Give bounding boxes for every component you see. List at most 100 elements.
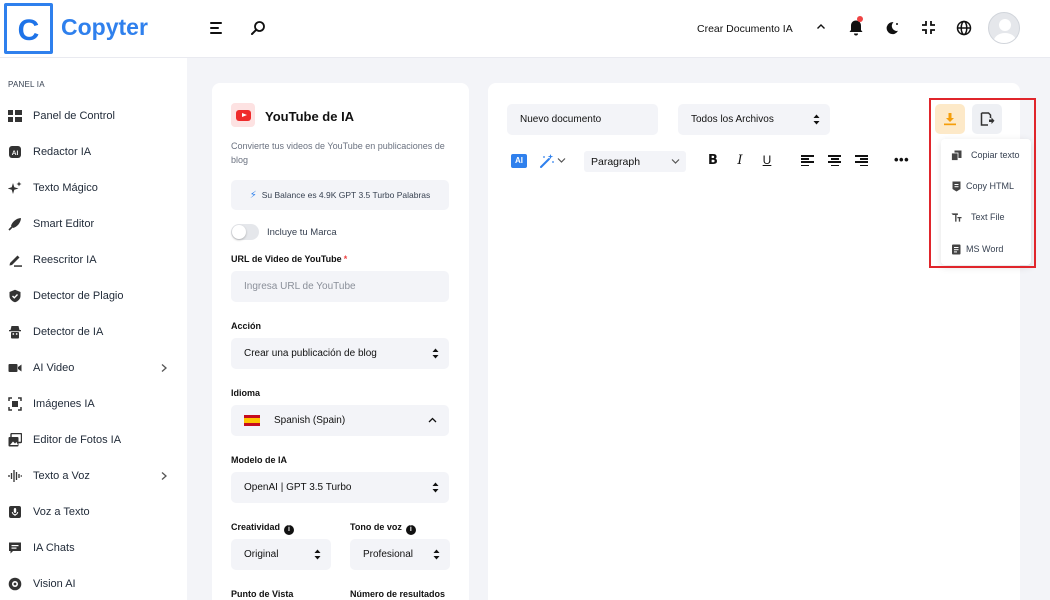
sidebar-item-detector-de-plagio[interactable]: Detector de Plagio bbox=[0, 281, 187, 311]
sidebar-item-label: Vision AI bbox=[33, 578, 76, 590]
waveform-icon bbox=[8, 470, 22, 482]
url-label: URL de Video de YouTube * bbox=[231, 254, 347, 264]
notification-bell-icon[interactable] bbox=[848, 19, 864, 37]
sidebar-item-vision-ai[interactable]: Vision AI bbox=[0, 569, 187, 599]
sidebar-item-label: Panel de Control bbox=[33, 110, 115, 122]
svg-text:AI: AI bbox=[12, 150, 19, 157]
creativity-value: Original bbox=[244, 549, 279, 560]
creativity-label-text: Creatividad bbox=[231, 522, 281, 532]
sort-arrows-icon bbox=[433, 549, 440, 560]
youtube-url-input[interactable]: Ingresa URL de YouTube bbox=[231, 271, 449, 302]
sidebar-item-detector-de-ia[interactable]: Detector de IA bbox=[0, 317, 187, 347]
detective-icon bbox=[9, 326, 21, 339]
action-label: Acción bbox=[231, 321, 262, 331]
italic-button[interactable]: I bbox=[733, 153, 747, 168]
sidebar-item-label: Detector de IA bbox=[33, 326, 104, 338]
sidebar-item-voz-a-texto[interactable]: Voz a Texto bbox=[0, 497, 187, 527]
create-document-button[interactable]: Crear Documento IA bbox=[697, 23, 793, 35]
sidebar-item-texto-magico[interactable]: Texto Mágico bbox=[0, 173, 187, 203]
chevron-down-icon bbox=[671, 159, 680, 164]
image-scan-icon bbox=[8, 397, 22, 411]
search-icon[interactable] bbox=[250, 20, 266, 36]
page-description: Convierte tus videos de YouTube en publi… bbox=[231, 141, 445, 165]
model-value: OpenAI | GPT 3.5 Turbo bbox=[244, 482, 352, 493]
exit-fullscreen-icon[interactable] bbox=[921, 20, 936, 35]
sidebar-item-redactor-ia[interactable]: AI Redactor IA bbox=[0, 137, 187, 167]
point-of-view-label: Punto de Vista bbox=[231, 589, 294, 599]
info-icon[interactable]: i bbox=[284, 525, 295, 535]
language-select[interactable]: Spanish (Spain) bbox=[231, 405, 449, 436]
balance-badge: ⚡︎ Su Balance es 4.9K GPT 3.5 Turbo Pala… bbox=[231, 180, 449, 210]
sidebar-item-smart-editor[interactable]: Smart Editor bbox=[0, 209, 187, 239]
align-left-icon[interactable] bbox=[801, 155, 814, 167]
ai-assistant-button[interactable]: AI bbox=[511, 154, 527, 168]
underline-button[interactable]: U bbox=[760, 153, 774, 168]
action-select[interactable]: Crear una publicación de blog bbox=[231, 338, 449, 369]
grid-icon bbox=[8, 110, 22, 122]
spain-flag-icon bbox=[244, 415, 260, 426]
highlight-box bbox=[929, 98, 1036, 268]
tone-label-text: Tono de voz bbox=[350, 522, 402, 532]
sidebar-item-imagenes-ia[interactable]: Imágenes IA bbox=[0, 389, 187, 419]
tone-label: Tono de voz i bbox=[350, 522, 416, 535]
sidebar-item-ai-video[interactable]: AI Video bbox=[0, 353, 187, 383]
tone-select[interactable]: Profesional bbox=[350, 539, 450, 570]
more-options-button[interactable]: ••• bbox=[894, 152, 909, 167]
sidebar-item-label: Redactor IA bbox=[33, 146, 92, 158]
notification-dot bbox=[857, 16, 863, 22]
logo-text[interactable]: Copyter bbox=[61, 14, 148, 41]
sidebar-item-label: AI Video bbox=[33, 362, 75, 374]
url-label-text: URL de Video de YouTube bbox=[231, 254, 342, 264]
sidebar-item-label: Smart Editor bbox=[33, 218, 95, 230]
model-label: Modelo de IA bbox=[231, 455, 287, 465]
sidebar-item-panel-de-control[interactable]: Panel de Control bbox=[0, 101, 187, 131]
sidebar-item-label: Detector de Plagio bbox=[33, 290, 124, 302]
brand-toggle[interactable] bbox=[231, 224, 259, 240]
document-name-input[interactable]: Nuevo documento bbox=[507, 104, 658, 135]
info-icon[interactable]: i bbox=[405, 525, 416, 535]
chevron-down-icon[interactable] bbox=[557, 157, 566, 164]
user-avatar[interactable] bbox=[988, 12, 1020, 44]
sidebar-item-label: Reescritor IA bbox=[33, 254, 97, 266]
model-select[interactable]: OpenAI | GPT 3.5 Turbo bbox=[231, 472, 449, 503]
logo-icon[interactable]: C bbox=[4, 3, 53, 54]
sidebar-item-reescritor-ia[interactable]: Reescritor IA bbox=[0, 245, 187, 275]
creativity-select[interactable]: Original bbox=[231, 539, 331, 570]
sidebar: PANEL IA Panel de Control AI Redactor IA… bbox=[0, 58, 187, 600]
sidebar-item-texto-a-voz[interactable]: Texto a Voz bbox=[0, 461, 187, 491]
sort-arrows-icon bbox=[813, 114, 820, 125]
lightning-icon: ⚡︎ bbox=[249, 189, 257, 201]
document-name-value: Nuevo documento bbox=[520, 114, 602, 125]
sidebar-item-label: IA Chats bbox=[33, 542, 75, 554]
sidebar-item-label: Imágenes IA bbox=[33, 398, 95, 410]
chevron-right-icon bbox=[161, 472, 167, 480]
menu-toggle-icon[interactable] bbox=[210, 22, 224, 35]
youtube-icon bbox=[231, 103, 255, 127]
chevron-up-icon bbox=[428, 417, 437, 423]
align-center-icon[interactable] bbox=[828, 155, 841, 167]
dark-mode-moon-icon[interactable] bbox=[884, 20, 900, 36]
tone-value: Profesional bbox=[363, 549, 414, 560]
sidebar-item-ia-chats[interactable]: IA Chats bbox=[0, 533, 187, 563]
pencil-icon bbox=[9, 255, 22, 267]
chat-icon bbox=[9, 542, 21, 554]
bold-button[interactable]: B bbox=[706, 153, 720, 168]
results-count-label: Número de resultados bbox=[350, 589, 446, 599]
chevron-up-icon[interactable] bbox=[815, 21, 827, 33]
paragraph-style-select[interactable]: Paragraph bbox=[584, 151, 686, 172]
pen-nib-icon bbox=[8, 218, 21, 231]
align-right-icon[interactable] bbox=[855, 155, 868, 167]
sidebar-item-label: Texto a Voz bbox=[33, 470, 90, 482]
sidebar-item-editor-de-fotos-ia[interactable]: Editor de Fotos IA bbox=[0, 425, 187, 455]
balance-text: Su Balance es 4.9K GPT 3.5 Turbo Palabra… bbox=[261, 190, 431, 200]
sidebar-item-label: Editor de Fotos IA bbox=[33, 434, 122, 446]
magic-wand-icon[interactable] bbox=[539, 153, 555, 169]
folder-select[interactable]: Todos los Archivos bbox=[678, 104, 830, 135]
language-value: Spanish (Spain) bbox=[274, 415, 346, 426]
photo-editor-icon bbox=[8, 433, 22, 447]
creativity-label: Creatividad i bbox=[231, 522, 295, 535]
sort-arrows-icon bbox=[432, 348, 439, 359]
language-globe-icon[interactable] bbox=[956, 20, 972, 36]
action-value: Crear una publicación de blog bbox=[244, 348, 377, 359]
sidebar-item-label: Texto Mágico bbox=[33, 182, 98, 194]
